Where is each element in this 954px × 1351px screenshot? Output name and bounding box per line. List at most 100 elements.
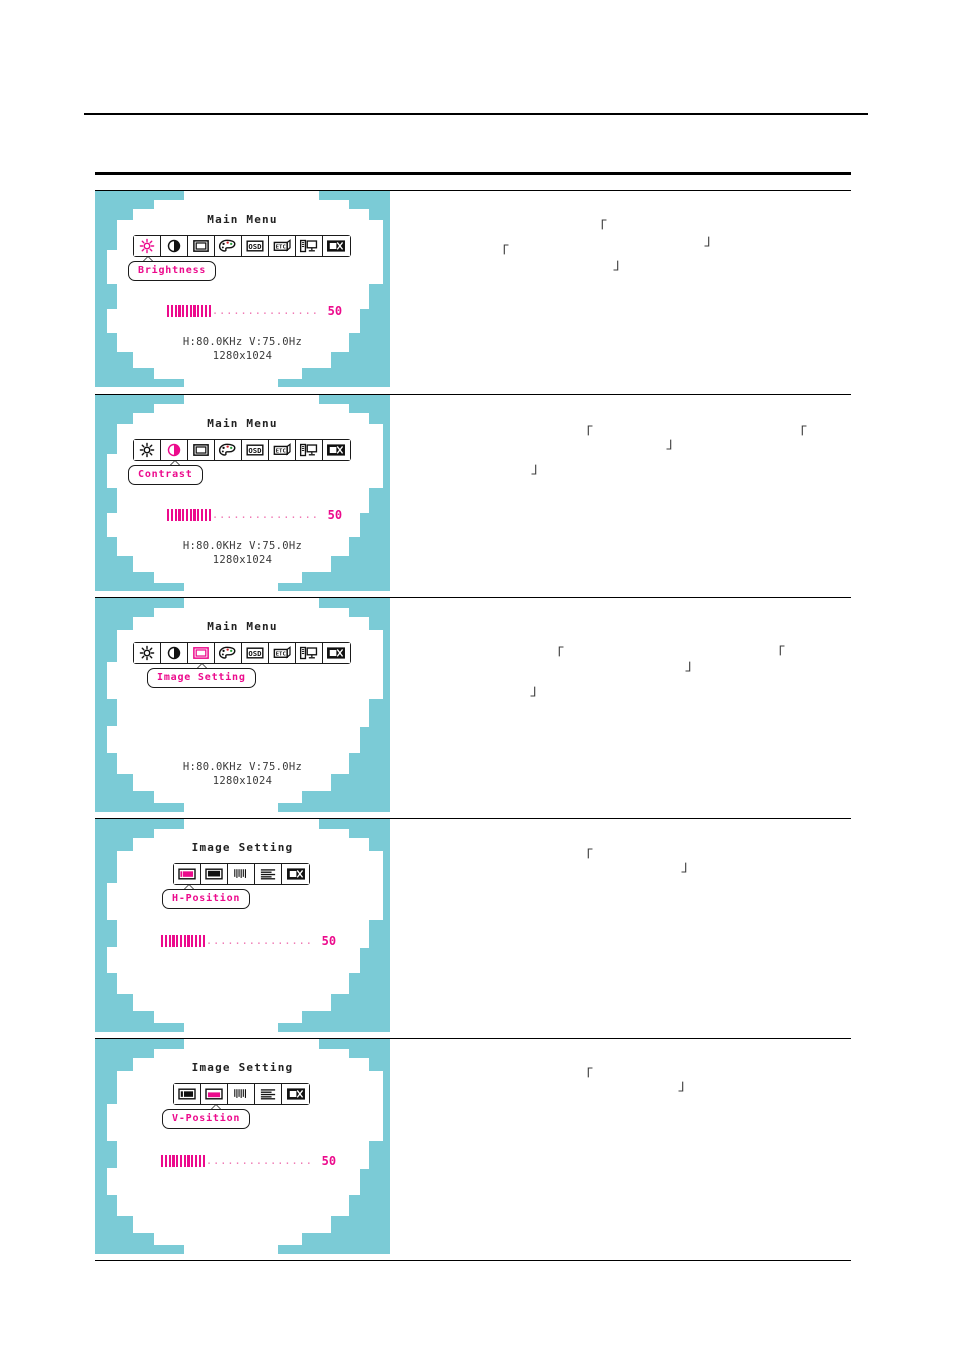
tools-icon[interactable]: ETC xyxy=(268,440,296,460)
osd-icon-strip xyxy=(173,1083,311,1105)
osd-resolution-line: 1280x1024 xyxy=(212,350,273,362)
osd-screen: Main Menu OSD ETC Contrast............... 50… xyxy=(95,395,390,591)
color-palette-icon[interactable] xyxy=(214,236,242,256)
color-palette-icon[interactable] xyxy=(214,440,242,460)
tools-icon[interactable]: ETC xyxy=(268,643,296,663)
phase-icon[interactable] xyxy=(255,864,283,884)
description-cell: 「」 xyxy=(390,1039,851,1260)
header-rule-middle xyxy=(95,172,851,175)
exit-icon[interactable] xyxy=(282,1084,310,1104)
osd-title: Main Menu xyxy=(207,620,278,633)
row-contrast: Main Menu OSD ETC Contrast............... 50… xyxy=(95,395,851,598)
osd-resolution-line: 1280x1024 xyxy=(212,775,273,787)
information-icon[interactable] xyxy=(295,440,323,460)
osd-icon[interactable]: OSD xyxy=(241,643,269,663)
corner-bracket-mark: 」 xyxy=(530,681,546,699)
phase-icon[interactable] xyxy=(255,1084,283,1104)
image-setting-icon[interactable] xyxy=(187,236,215,256)
slider-value: 50 xyxy=(327,304,343,318)
v-position-icon[interactable] xyxy=(201,864,229,884)
osd-icon-strip: OSD ETC xyxy=(132,439,351,461)
slider-track-dots: ............... xyxy=(205,1154,313,1167)
v-position-icon[interactable] xyxy=(201,1084,229,1104)
row-h-position: Image Setting H-Position............... 50… xyxy=(95,819,851,1039)
exit-icon[interactable] xyxy=(322,236,350,256)
osd-value-slider[interactable]: ............... 50 xyxy=(167,509,342,521)
osd-icon-strip: OSD ETC xyxy=(132,642,351,664)
osd-menu-table: Main Menu OSD ETC Brightness...............… xyxy=(95,190,851,1261)
slider-value: 50 xyxy=(321,1154,337,1168)
osd-panel-cell: Image Setting H-Position............... 50 xyxy=(95,819,390,1038)
clock-icon[interactable] xyxy=(228,1084,256,1104)
image-setting-icon[interactable] xyxy=(187,440,215,460)
corner-bracket-mark: 「 xyxy=(792,424,808,442)
osd-frequency-line: H:80.0KHz V:75.0Hz xyxy=(182,540,303,552)
osd-selected-label: Image Setting xyxy=(147,668,256,688)
osd-selected-label: Contrast xyxy=(128,465,203,485)
contrast-icon[interactable] xyxy=(160,643,188,663)
osd-frequency-line: H:80.0KHz V:75.0Hz xyxy=(182,761,303,773)
row-v-position: Image Setting V-Position............... 50… xyxy=(95,1039,851,1261)
osd-panel-cell: Main Menu OSD ETC Brightness...............… xyxy=(95,191,390,394)
osd-title: Image Setting xyxy=(191,841,294,854)
osd-screen: Main Menu OSD ETC Image Setting H:80.0KHz V:… xyxy=(95,598,390,812)
slider-track-dots: ............... xyxy=(205,934,313,947)
description-cell: 「」 xyxy=(390,819,851,1038)
osd-value-slider[interactable]: ............... 50 xyxy=(167,305,342,317)
exit-icon[interactable] xyxy=(322,440,350,460)
osd-value-slider[interactable]: ............... 50 xyxy=(161,935,336,947)
h-position-icon[interactable] xyxy=(174,864,202,884)
slider-filled-bars xyxy=(161,935,205,947)
information-icon[interactable] xyxy=(295,643,323,663)
osd-title: Main Menu xyxy=(207,213,278,226)
brightness-icon[interactable] xyxy=(133,643,161,663)
osd-icon[interactable]: OSD xyxy=(241,236,269,256)
osd-selected-label: V-Position xyxy=(162,1109,251,1129)
osd-value-slider[interactable]: ............... 50 xyxy=(161,1155,336,1167)
clock-icon[interactable] xyxy=(228,864,256,884)
osd-panel-cell: Main Menu OSD ETC Contrast............... 50… xyxy=(95,395,390,597)
osd-screen: Main Menu OSD ETC Brightness...............… xyxy=(95,191,390,387)
slider-value: 50 xyxy=(321,934,337,948)
slider-value: 50 xyxy=(327,508,343,522)
corner-bracket-mark: 」 xyxy=(685,656,701,674)
corner-bracket-mark: 」 xyxy=(666,434,682,452)
osd-signal-info: H:80.0KHz V:75.0Hz 1280x1024 xyxy=(95,539,390,567)
osd-screen: Image Setting H-Position............... 50 xyxy=(95,819,390,1032)
osd-icon[interactable]: OSD xyxy=(241,440,269,460)
exit-icon[interactable] xyxy=(322,643,350,663)
corner-bracket-mark: 「 xyxy=(578,424,594,442)
svg-text:OSD: OSD xyxy=(248,242,262,251)
osd-signal-info: H:80.0KHz V:75.0Hz 1280x1024 xyxy=(95,335,390,363)
contrast-icon[interactable] xyxy=(160,440,188,460)
osd-icon-strip xyxy=(173,863,311,885)
corner-bracket-mark: 「 xyxy=(494,243,510,261)
brightness-icon[interactable] xyxy=(133,236,161,256)
brightness-icon[interactable] xyxy=(133,440,161,460)
image-setting-icon[interactable] xyxy=(187,643,215,663)
corner-bracket-mark: 「 xyxy=(770,644,786,662)
corner-bracket-mark: 「 xyxy=(578,847,594,865)
slider-filled-bars xyxy=(167,509,211,521)
h-position-icon[interactable] xyxy=(174,1084,202,1104)
tools-icon[interactable]: ETC xyxy=(268,236,296,256)
row-brightness: Main Menu OSD ETC Brightness...............… xyxy=(95,190,851,395)
corner-bracket-mark: 「 xyxy=(592,218,608,236)
slider-filled-bars xyxy=(167,305,211,317)
information-icon[interactable] xyxy=(295,236,323,256)
slider-track-dots: ............... xyxy=(211,508,319,521)
osd-panel-cell: Image Setting V-Position............... 50 xyxy=(95,1039,390,1260)
exit-icon[interactable] xyxy=(282,864,310,884)
description-cell: 「」 「」 xyxy=(390,395,851,597)
contrast-icon[interactable] xyxy=(160,236,188,256)
osd-title: Image Setting xyxy=(191,1061,294,1074)
svg-text:ETC: ETC xyxy=(275,651,285,657)
osd-selected-label: Brightness xyxy=(128,261,217,281)
svg-text:OSD: OSD xyxy=(248,446,262,455)
corner-bracket-mark: 「 xyxy=(578,1066,594,1084)
osd-signal-info: H:80.0KHz V:75.0Hz 1280x1024 xyxy=(95,760,390,788)
color-palette-icon[interactable] xyxy=(214,643,242,663)
svg-text:ETC: ETC xyxy=(275,244,285,250)
svg-text:OSD: OSD xyxy=(248,649,262,658)
svg-text:ETC: ETC xyxy=(275,448,285,454)
